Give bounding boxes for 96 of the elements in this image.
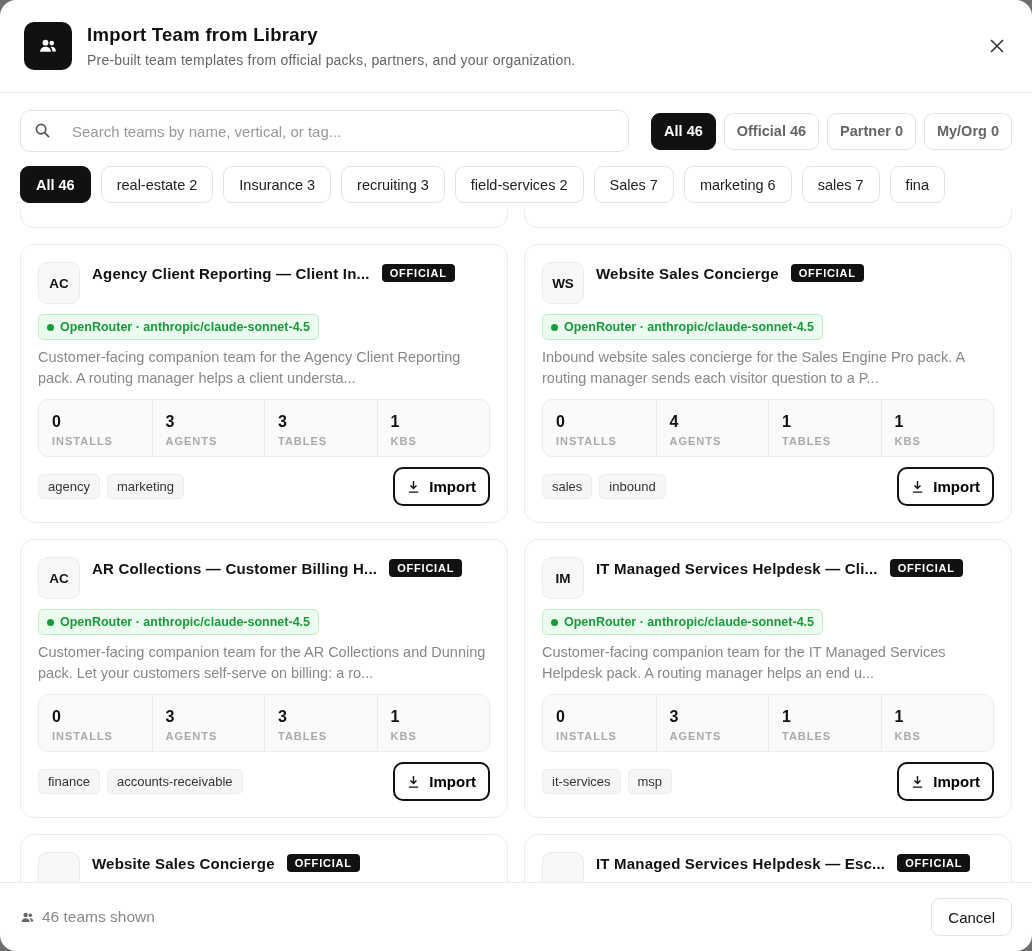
model-name: OpenRouter · anthropic/claude-sonnet-4.5 <box>564 615 815 629</box>
stat-value: 1 <box>782 413 792 431</box>
filter-tab[interactable]: Partner 0 <box>827 112 916 150</box>
team-description: Customer-facing companion team for the Agency Client Reporting pack. A routing manager helps a client understa... <box>38 348 462 388</box>
stat-value: 1 <box>390 708 401 726</box>
stat-value: 3 <box>278 413 288 431</box>
stat-value: 3 <box>278 708 288 726</box>
official-badge: OFFICIAL <box>389 559 463 577</box>
download-icon <box>911 480 925 493</box>
tag-filter[interactable]: real-estate 2 <box>100 166 214 203</box>
stat-value: 0 <box>52 413 62 431</box>
team-icon <box>24 22 72 70</box>
stat-label: KBS <box>894 435 922 447</box>
search-icon <box>35 123 50 138</box>
team-name: AR Collections — Customer Billing H... <box>92 560 378 577</box>
team-description: Customer-facing companion team for the IT Managed Services Helpdesk pack. A routing manager helps an end u... <box>542 643 947 683</box>
avatar: AC <box>38 262 80 304</box>
stat-label: AGENTS <box>669 730 723 742</box>
team-name: IT Managed Services Helpdesk — Esc... <box>596 855 886 872</box>
cancel-button[interactable]: Cancel <box>931 898 1012 936</box>
stat-label: AGENTS <box>669 435 723 447</box>
model-name: OpenRouter · anthropic/claude-sonnet-4.5 <box>564 320 815 334</box>
tag: it-services <box>542 769 621 794</box>
avatar: IM <box>542 557 584 599</box>
stat-label: TABLES <box>782 435 833 447</box>
stat-value: 0 <box>556 413 566 431</box>
stat-label: KBS <box>894 730 922 742</box>
stat-label: TABLES <box>278 435 329 447</box>
dialog-title: Import Team from Library <box>87 24 319 46</box>
stat-value: 0 <box>556 708 566 726</box>
stat-value: 1 <box>390 413 401 431</box>
tag-filter[interactable]: marketing 6 <box>683 166 792 203</box>
official-badge: OFFICIAL <box>897 854 971 872</box>
tag: marketing <box>106 474 184 499</box>
official-badge: OFFICIAL <box>790 264 864 282</box>
stat-value: 3 <box>669 708 680 726</box>
tag-filter[interactable]: Insurance 3 <box>223 166 332 203</box>
status-dot <box>551 323 558 331</box>
filter-tab[interactable]: My/Org 0 <box>923 112 1012 150</box>
import-button[interactable]: Import <box>897 467 994 506</box>
model-name: OpenRouter · anthropic/claude-sonnet-4.5 <box>60 320 311 334</box>
stat-value: 1 <box>894 413 905 431</box>
stat-label: KBS <box>390 435 418 447</box>
stat-label: KBS <box>390 730 418 742</box>
official-badge: OFFICIAL <box>286 854 360 872</box>
filter-tab[interactable]: Official 46 <box>723 112 820 150</box>
tag-filter[interactable]: recruiting 3 <box>341 166 445 203</box>
status-dot <box>551 618 558 626</box>
team-name: Website Sales Concierge <box>596 265 779 282</box>
stat-value: 0 <box>52 708 62 726</box>
tag-filter[interactable]: fina <box>889 166 945 203</box>
tag-filter[interactable]: Sales 7 <box>593 166 674 203</box>
stat-label: INSTALLS <box>556 730 618 742</box>
avatar: AC <box>38 557 80 599</box>
tag-filter[interactable]: field-services 2 <box>454 166 584 203</box>
official-badge: OFFICIAL <box>889 559 963 577</box>
team-description: Customer-facing companion team for the AR Collections and Dunning pack. Let your customers self-serve on billing: a ro... <box>38 643 487 683</box>
tag-filter[interactable]: sales 7 <box>801 166 880 203</box>
tag-filter[interactable]: All 46 <box>20 166 91 203</box>
stat-label: INSTALLS <box>52 435 114 447</box>
stat-label: INSTALLS <box>556 435 618 447</box>
stat-value: 3 <box>165 413 176 431</box>
team-name: Website Sales Concierge <box>92 855 275 872</box>
tag: msp <box>627 769 673 794</box>
dialog-subtitle: Pre-built team templates from official packs, partners, and your organization. <box>87 52 577 68</box>
tag: agency <box>38 474 100 499</box>
status-dot <box>47 618 54 626</box>
download-icon <box>407 775 421 788</box>
tag: sales <box>542 474 593 499</box>
model-name: OpenRouter · anthropic/claude-sonnet-4.5 <box>60 615 311 629</box>
team-name: Agency Client Reporting — Client In... <box>92 265 370 282</box>
filter-tab[interactable]: All 46 <box>651 112 716 150</box>
stat-label: TABLES <box>278 730 329 742</box>
team-count: 46 teams shown <box>42 908 155 926</box>
stat-label: INSTALLS <box>52 730 114 742</box>
tag: finance <box>38 769 100 794</box>
download-icon <box>911 775 925 788</box>
tag: accounts-receivable <box>106 769 243 794</box>
stat-value: 4 <box>669 413 680 431</box>
stat-label: TABLES <box>782 730 833 742</box>
stat-value: 1 <box>782 708 792 726</box>
status-dot <box>47 323 54 331</box>
stat-value: 1 <box>894 708 905 726</box>
import-button[interactable]: Import <box>393 762 490 801</box>
official-badge: OFFICIAL <box>381 264 455 282</box>
stat-label: AGENTS <box>165 435 219 447</box>
tag: inbound <box>599 474 666 499</box>
import-button[interactable]: Import <box>897 762 994 801</box>
search-field[interactable]: Search teams by name, vertical, or tag... <box>20 110 630 152</box>
team-name: IT Managed Services Helpdesk — Cli... <box>596 560 878 577</box>
avatar: WS <box>542 262 584 304</box>
download-icon <box>407 480 421 493</box>
stat-value: 3 <box>165 708 176 726</box>
import-button[interactable]: Import <box>393 467 490 506</box>
stat-label: AGENTS <box>165 730 219 742</box>
team-description: Inbound website sales concierge for the Sales Engine Pro pack. A routing manager sends each visitor question to a P... <box>542 348 966 388</box>
